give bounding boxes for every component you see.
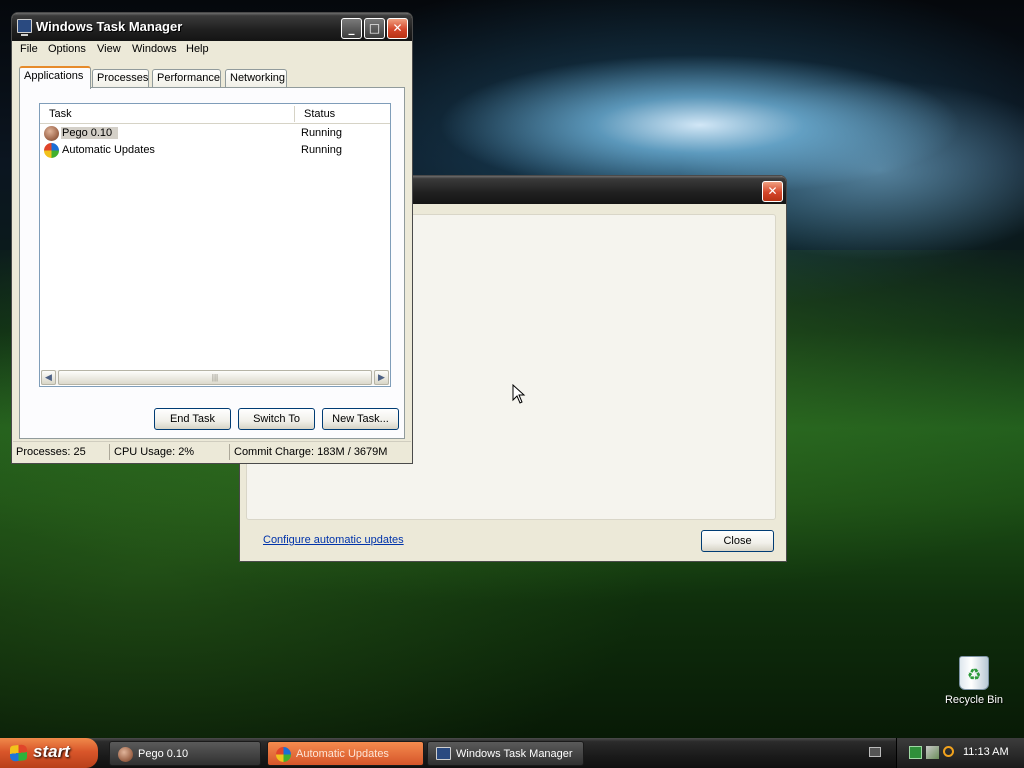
status-divider bbox=[229, 444, 230, 460]
scrollbar-thumb[interactable]: ||| bbox=[58, 370, 372, 385]
pego-icon bbox=[118, 747, 133, 762]
horizontal-scrollbar[interactable]: ◀ ||| ▶ bbox=[41, 370, 389, 385]
tab-performance[interactable]: Performance bbox=[152, 69, 221, 88]
status-commit-charge: Commit Charge: 183M / 3679M bbox=[234, 446, 388, 458]
task-name: Pego 0.10 bbox=[61, 127, 119, 139]
mouse-cursor-icon bbox=[512, 384, 526, 404]
clock[interactable]: 11:13 AM bbox=[963, 746, 1009, 758]
windows-logo-icon bbox=[10, 744, 27, 762]
tab-processes[interactable]: Processes bbox=[92, 69, 149, 88]
end-task-button[interactable]: End Task bbox=[154, 408, 231, 430]
search-icon[interactable] bbox=[943, 746, 954, 757]
keyboard-icon[interactable] bbox=[869, 747, 881, 757]
menu-view[interactable]: View bbox=[97, 43, 121, 55]
status-cpu-usage: CPU Usage: 2% bbox=[114, 446, 195, 458]
applications-panel: Task Status Pego 0.10 Running Automatic … bbox=[19, 87, 405, 439]
menu-file[interactable]: File bbox=[20, 43, 38, 55]
maximize-icon[interactable]: □ bbox=[364, 18, 385, 39]
start-button[interactable]: start bbox=[0, 738, 98, 768]
task-name: Automatic Updates bbox=[62, 144, 155, 156]
task-manager-icon bbox=[17, 19, 32, 36]
column-status[interactable]: Status bbox=[304, 108, 335, 120]
start-label: start bbox=[33, 742, 70, 761]
tab-networking[interactable]: Networking bbox=[225, 69, 287, 88]
task-manager-icon bbox=[436, 747, 451, 760]
au-close-icon[interactable]: ✕ bbox=[762, 181, 783, 202]
column-task[interactable]: Task bbox=[49, 108, 72, 120]
tm-title-bar[interactable]: Windows Task Manager _ □ ✕ bbox=[12, 13, 412, 41]
network-icon[interactable] bbox=[909, 746, 922, 759]
tm-menu-bar: File Options View Windows Help bbox=[13, 41, 411, 59]
scroll-right-icon[interactable]: ▶ bbox=[374, 370, 389, 385]
safely-remove-hardware-icon[interactable] bbox=[926, 746, 939, 759]
tm-status-bar: Processes: 25 CPU Usage: 2% Commit Charg… bbox=[13, 441, 411, 461]
status-divider bbox=[109, 444, 110, 460]
minimize-icon[interactable]: _ bbox=[341, 18, 362, 39]
configure-automatic-updates-link[interactable]: Configure automatic updates bbox=[263, 534, 404, 546]
taskbar-item-pego[interactable]: Pego 0.10 bbox=[109, 741, 261, 766]
new-task-button[interactable]: New Task... bbox=[322, 408, 399, 430]
close-icon[interactable]: ✕ bbox=[387, 18, 408, 39]
task-status: Running bbox=[301, 144, 342, 156]
task-manager-window: Windows Task Manager _ □ ✕ File Options … bbox=[11, 12, 413, 464]
scroll-left-icon[interactable]: ◀ bbox=[41, 370, 56, 385]
taskbar: start Pego 0.10 Automatic Updates Window… bbox=[0, 738, 1024, 768]
task-list[interactable]: Task Status Pego 0.10 Running Automatic … bbox=[39, 103, 391, 387]
windows-update-icon bbox=[44, 143, 59, 158]
taskbar-item-automatic-updates[interactable]: Automatic Updates bbox=[267, 741, 424, 766]
task-row-pego[interactable]: Pego 0.10 Running bbox=[42, 125, 388, 142]
menu-options[interactable]: Options bbox=[48, 43, 86, 55]
taskbar-item-task-manager[interactable]: Windows Task Manager bbox=[427, 741, 584, 766]
recycle-bin-icon bbox=[959, 656, 989, 690]
task-row-automatic-updates[interactable]: Automatic Updates Running bbox=[42, 142, 388, 159]
tm-title: Windows Task Manager bbox=[36, 19, 183, 34]
tm-tab-strip: Applications Processes Performance Netwo… bbox=[19, 66, 399, 89]
task-status: Running bbox=[301, 127, 342, 139]
windows-update-icon bbox=[276, 747, 291, 762]
switch-to-button[interactable]: Switch To bbox=[238, 408, 315, 430]
taskbar-item-label: Automatic Updates bbox=[296, 748, 389, 760]
recycle-bin-shortcut[interactable]: Recycle Bin bbox=[944, 656, 1004, 706]
au-close-button[interactable]: Close bbox=[701, 530, 774, 552]
pego-icon bbox=[44, 126, 59, 141]
taskbar-item-label: Windows Task Manager bbox=[456, 748, 573, 760]
menu-windows[interactable]: Windows bbox=[132, 43, 177, 55]
menu-help[interactable]: Help bbox=[186, 43, 209, 55]
column-divider[interactable] bbox=[294, 106, 295, 122]
recycle-bin-label: Recycle Bin bbox=[944, 694, 1004, 706]
task-list-header: Task Status bbox=[40, 104, 390, 124]
tab-applications[interactable]: Applications bbox=[19, 66, 91, 89]
taskbar-item-label: Pego 0.10 bbox=[138, 748, 189, 760]
system-tray: 11:13 AM bbox=[896, 738, 1024, 768]
status-processes: Processes: 25 bbox=[16, 446, 86, 458]
